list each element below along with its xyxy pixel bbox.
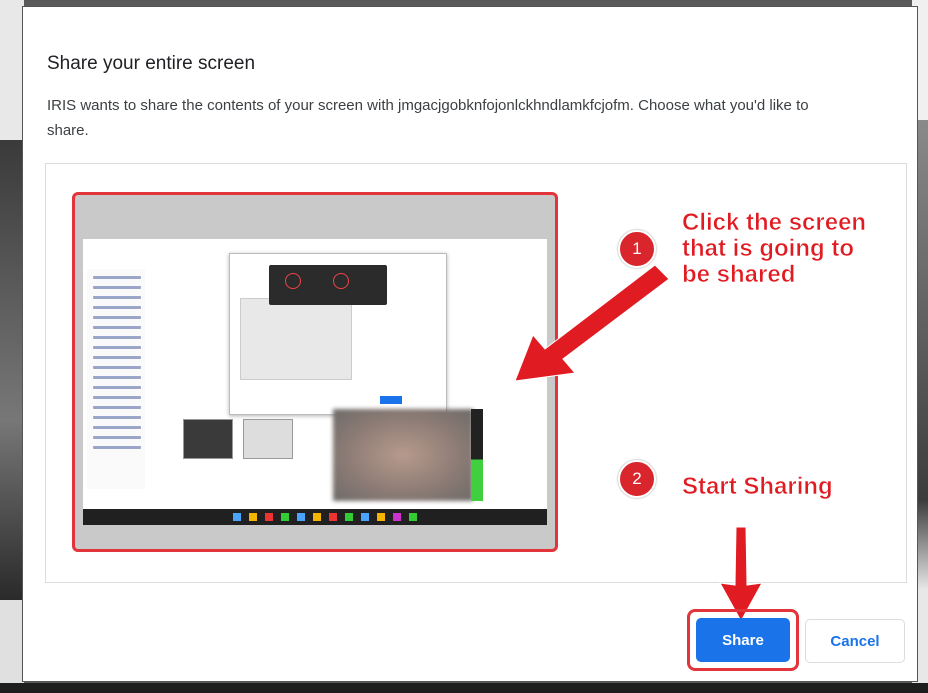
step-2-badge: 2 (618, 460, 656, 498)
screen-thumbnail-image (83, 239, 547, 509)
share-screen-dialog: Share your entire screen IRIS wants to s… (22, 6, 918, 682)
screen-picker: 1 Click the screen that is going to be s… (45, 163, 907, 583)
thumbnail-video (333, 409, 473, 501)
arrow-to-screen-icon (514, 264, 670, 382)
cancel-button[interactable]: Cancel (805, 619, 905, 663)
share-button[interactable]: Share (696, 618, 790, 662)
step-1-callout: Click the screen that is going to be sha… (682, 209, 867, 288)
step-2-callout: Start Sharing (682, 473, 833, 500)
share-button-highlight: Share (687, 609, 799, 671)
thumbnail-level-meter (471, 409, 483, 501)
screen-thumbnail[interactable] (72, 192, 558, 552)
thumbnail-cards (183, 419, 303, 469)
thumbnail-toolbar (269, 265, 387, 305)
thumbnail-sidebar (87, 269, 145, 489)
dialog-title: Share your entire screen (47, 53, 256, 74)
dialog-description: IRIS wants to share the contents of your… (47, 97, 809, 139)
thumbnail-taskbar (83, 509, 547, 525)
background-page-left (0, 0, 24, 693)
background-page-bottom (0, 683, 928, 693)
